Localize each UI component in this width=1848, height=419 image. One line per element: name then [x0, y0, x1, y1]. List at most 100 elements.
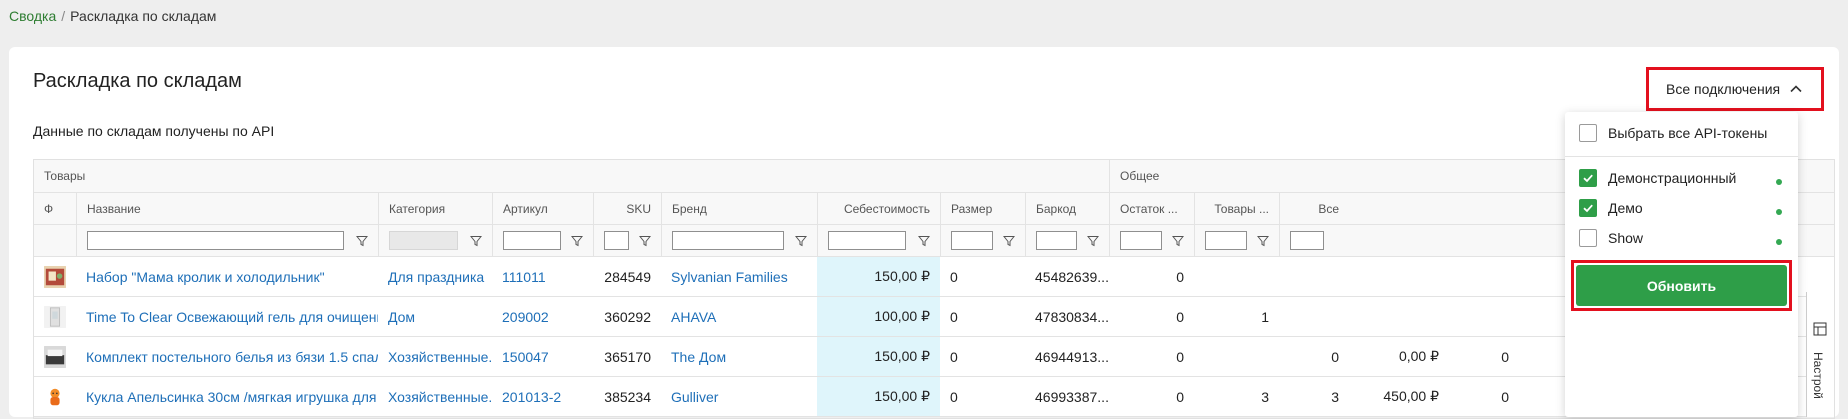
goods-cell: [1194, 337, 1279, 376]
cost-cell[interactable]: 150,00 ₽: [817, 337, 940, 376]
category-link[interactable]: Хозяйственные...: [378, 377, 492, 416]
filter-brand: [661, 225, 817, 256]
checkbox-unchecked[interactable]: [1579, 124, 1597, 142]
cost-cell[interactable]: 100,00 ₽: [817, 297, 940, 336]
select-all-tokens-option[interactable]: Выбрать все API-токены: [1579, 124, 1767, 142]
article-link[interactable]: 150047: [492, 337, 593, 376]
col-barcode-header[interactable]: Баркод: [1025, 193, 1109, 224]
page-subtitle: Данные по складам получены по API: [33, 123, 275, 139]
product-image-icon: [44, 305, 66, 328]
last-cell: 0: [1501, 348, 1509, 365]
goods-cell: [1194, 257, 1279, 296]
col-cost-header[interactable]: Себестоимость: [817, 193, 940, 224]
filter-goods: [1194, 225, 1279, 256]
product-name-link[interactable]: Комплект постельного белья из бязи 1.5 с…: [76, 337, 378, 376]
token-label: Демо: [1608, 200, 1643, 216]
update-button[interactable]: Обновить: [1576, 265, 1787, 306]
table-row[interactable]: Кукла Апельсинка 30см /мягкая игрушка дл…: [34, 377, 1834, 417]
filter-funnel-icon[interactable]: [1087, 235, 1099, 247]
col-name-header[interactable]: Название: [76, 193, 378, 224]
filter-funnel-icon[interactable]: [918, 235, 930, 247]
last-cell: [1449, 297, 1519, 336]
product-name-link[interactable]: Time To Clear Освежающий гель для очищен…: [76, 297, 378, 336]
token-option-show[interactable]: Show: [1579, 229, 1643, 247]
filter-funnel-icon[interactable]: [571, 235, 583, 247]
col-article-header[interactable]: Артикул: [492, 193, 593, 224]
token-option-demo[interactable]: Демо: [1579, 199, 1643, 217]
table-row[interactable]: Набор "Мама кролик и холодильник" Для пр…: [34, 257, 1834, 297]
brand-link[interactable]: The Дом: [661, 337, 817, 376]
breadcrumb-home-link[interactable]: Сводка: [9, 8, 56, 24]
category-link[interactable]: Дом: [378, 297, 492, 336]
filter-brand-input[interactable]: [672, 231, 784, 250]
filter-funnel-icon[interactable]: [1257, 235, 1269, 247]
article-link[interactable]: 209002: [492, 297, 593, 336]
last-cell: [1449, 257, 1519, 296]
filter-barcode-input[interactable]: [1036, 231, 1077, 250]
col-goods-header[interactable]: Товары ...: [1194, 193, 1279, 224]
breadcrumb: Сводка / Раскладка по складам: [9, 8, 216, 24]
brand-link[interactable]: AHAVA: [661, 297, 817, 336]
filter-size-input[interactable]: [951, 231, 993, 250]
filter-article-input[interactable]: [503, 231, 561, 250]
filter-all-input[interactable]: [1290, 231, 1324, 250]
checkbox-unchecked[interactable]: [1579, 229, 1597, 247]
filter-sku-input[interactable]: [604, 231, 629, 250]
filter-stock: [1109, 225, 1194, 256]
checkbox-checked-icon[interactable]: [1579, 169, 1597, 187]
filter-goods-input[interactable]: [1205, 231, 1247, 250]
article-link[interactable]: 201013-2: [492, 377, 593, 416]
token-option-demonstration[interactable]: Демонстрационный: [1579, 169, 1736, 187]
goods-cell: 3: [1261, 388, 1269, 405]
col-photo-header[interactable]: Ф: [34, 193, 76, 224]
col-sku-header[interactable]: SKU: [593, 193, 661, 224]
settings-side-tab[interactable]: Настрой: [1806, 292, 1834, 417]
col-stock-header[interactable]: Остаток ...: [1109, 193, 1194, 224]
cost-cell[interactable]: 150,00 ₽: [817, 377, 940, 416]
filter-funnel-icon[interactable]: [470, 235, 482, 247]
col-all-header[interactable]: Все: [1279, 193, 1349, 224]
filter-funnel-icon[interactable]: [356, 235, 368, 247]
product-thumbnail: [34, 377, 76, 416]
col-category-header[interactable]: Категория: [378, 193, 492, 224]
stock-cell: 0: [1176, 308, 1184, 325]
amount-cell: [1349, 257, 1449, 296]
filter-photo-empty: [34, 225, 76, 256]
brand-link[interactable]: Gulliver: [661, 377, 817, 416]
filter-name-input[interactable]: [87, 231, 344, 250]
checkbox-checked-icon[interactable]: [1579, 199, 1597, 217]
cost-cell[interactable]: 150,00 ₽: [817, 257, 940, 296]
product-name-link[interactable]: Кукла Апельсинка 30см /мягкая игрушка дл…: [76, 377, 378, 416]
filter-funnel-icon[interactable]: [1003, 235, 1015, 247]
last-cell: 0: [1501, 388, 1509, 405]
product-name-link[interactable]: Набор "Мама кролик и холодильник": [76, 257, 378, 296]
brand-link[interactable]: Sylvanian Families: [661, 257, 817, 296]
table-row[interactable]: Комплект постельного белья из бязи 1.5 с…: [34, 337, 1834, 377]
checkmark-icon: [1583, 174, 1593, 183]
filter-funnel-icon[interactable]: [1172, 235, 1184, 247]
product-thumbnail: [34, 337, 76, 376]
barcode-cell: 45482639...: [1035, 268, 1109, 285]
stock-cell: 0: [1176, 388, 1184, 405]
table-group-header-row: Товары Общее: [34, 160, 1834, 193]
filter-all: [1279, 225, 1349, 256]
col-size-header[interactable]: Размер: [940, 193, 1025, 224]
filter-stock-input[interactable]: [1120, 231, 1162, 250]
breadcrumb-current: Раскладка по складам: [70, 8, 217, 24]
filter-cost-input[interactable]: [828, 231, 906, 250]
product-thumbnail: [34, 257, 76, 296]
filter-name: [76, 225, 378, 256]
settings-side-label: Настрой: [1811, 352, 1825, 399]
connections-dropdown-button[interactable]: Все подключения: [1646, 67, 1824, 111]
checkmark-icon: [1583, 204, 1593, 213]
filter-funnel-icon[interactable]: [639, 235, 651, 247]
group-total-header: Общее: [1109, 160, 1509, 192]
stock-cell: 0: [1176, 268, 1184, 285]
col-brand-header[interactable]: Бренд: [661, 193, 817, 224]
product-image-icon: [44, 385, 66, 408]
category-link[interactable]: Хозяйственные...: [378, 337, 492, 376]
filter-funnel-icon[interactable]: [795, 235, 807, 247]
table-row[interactable]: Time To Clear Освежающий гель для очищен…: [34, 297, 1834, 337]
article-link[interactable]: 111011: [492, 257, 593, 296]
category-link[interactable]: Для праздника: [378, 257, 492, 296]
